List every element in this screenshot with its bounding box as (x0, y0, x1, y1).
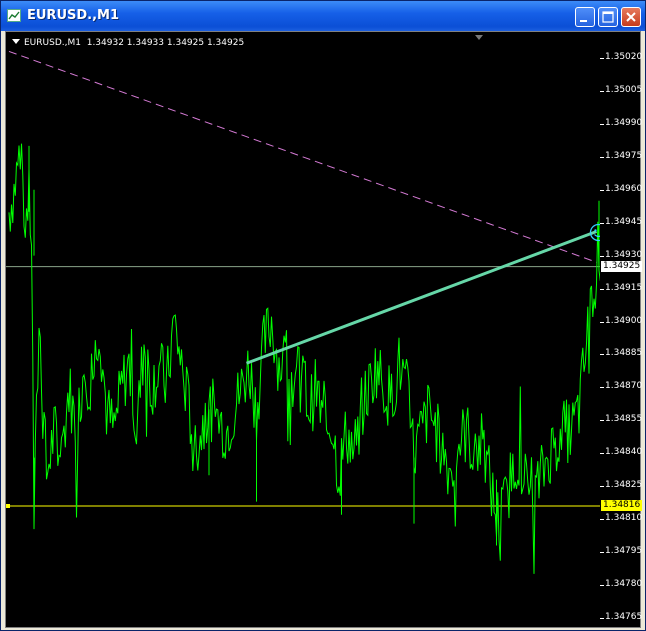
smiley-eye-left (594, 229, 597, 232)
dashed-trendline (8, 50, 597, 263)
close-button[interactable] (621, 7, 641, 27)
close-icon (626, 12, 636, 22)
price-tick-mark (600, 387, 604, 389)
price-tick-label: 1.34840 (605, 447, 643, 458)
window-title: EURUSD.,M1 (27, 8, 120, 23)
price-tick-mark (600, 255, 604, 257)
price-tick-mark (600, 618, 604, 619)
price-chart[interactable]: EURUSD.,M1 1.34932 1.34933 1.34925 1.349… (6, 32, 600, 627)
price-tick-label: 1.34780 (605, 579, 643, 590)
price-tick-label: 1.34945 (605, 216, 643, 227)
price-tick-label: 1.34855 (605, 414, 643, 425)
price-tick-mark (600, 222, 604, 224)
price-tick-label: 1.34885 (605, 348, 643, 359)
price-scale[interactable]: 1.34925 1.34816 1.35020 1.35005 1.34990 1.3… (600, 32, 643, 627)
price-tick-mark (600, 552, 604, 554)
chart-shift-marker-icon[interactable] (475, 35, 483, 40)
horizontal-line-handle (6, 504, 10, 508)
chart-window-icon[interactable] (7, 9, 21, 22)
price-tick-label: 1.35020 (605, 52, 643, 62)
price-tick-mark (600, 486, 604, 488)
price-tick-label: 1.34915 (605, 282, 643, 293)
horizontal-line-price-label: 1.34816 (601, 500, 643, 511)
price-tick-label: 1.34930 (605, 249, 643, 260)
title-bar[interactable]: EURUSD.,M1 (1, 1, 645, 31)
price-tick-label: 1.34975 (605, 150, 643, 161)
chart-canvas[interactable] (6, 32, 600, 627)
bid-price-label: 1.34925 (601, 260, 643, 272)
price-tick-label: 1.34990 (605, 117, 643, 128)
price-tick-label: 1.34795 (605, 546, 643, 557)
symbol-label: EURUSD.,M1 (24, 38, 81, 48)
maximize-icon (602, 11, 614, 23)
price-tick-label: 1.34765 (605, 612, 643, 622)
price-tick-mark (600, 58, 604, 59)
price-tick-label: 1.34870 (605, 381, 643, 392)
price-tick-mark (600, 585, 604, 587)
maximize-button[interactable] (598, 7, 618, 27)
price-tick-mark (600, 420, 604, 422)
chart-info-line: EURUSD.,M1 1.34932 1.34933 1.34925 1.349… (12, 38, 244, 48)
chart-menu-arrow-icon[interactable] (12, 39, 20, 44)
price-tick-mark (600, 123, 604, 125)
ohlc-values: 1.34932 1.34933 1.34925 1.34925 (86, 38, 245, 48)
trendline (245, 230, 598, 365)
price-tick-label: 1.34960 (605, 183, 643, 194)
chart-window: EURUSD.,M1 EURUSD.,M1 1.34932 1.34933 1.… (0, 0, 646, 631)
price-tick-label: 1.34900 (605, 315, 643, 326)
minimize-button[interactable] (575, 7, 595, 27)
minimize-icon (580, 20, 587, 22)
price-tick-label: 1.35005 (605, 84, 643, 95)
price-tick-mark (600, 288, 604, 290)
price-tick-mark (600, 156, 604, 158)
price-tick-mark (600, 354, 604, 356)
price-tick-mark (600, 519, 604, 521)
price-tick-mark (600, 321, 604, 323)
price-tick-label: 1.34825 (605, 480, 643, 491)
price-line-series (8, 143, 600, 574)
price-tick-label: 1.34810 (605, 513, 643, 524)
price-tick-mark (600, 90, 604, 92)
price-tick-mark (600, 189, 604, 191)
price-tick-mark (600, 453, 604, 455)
